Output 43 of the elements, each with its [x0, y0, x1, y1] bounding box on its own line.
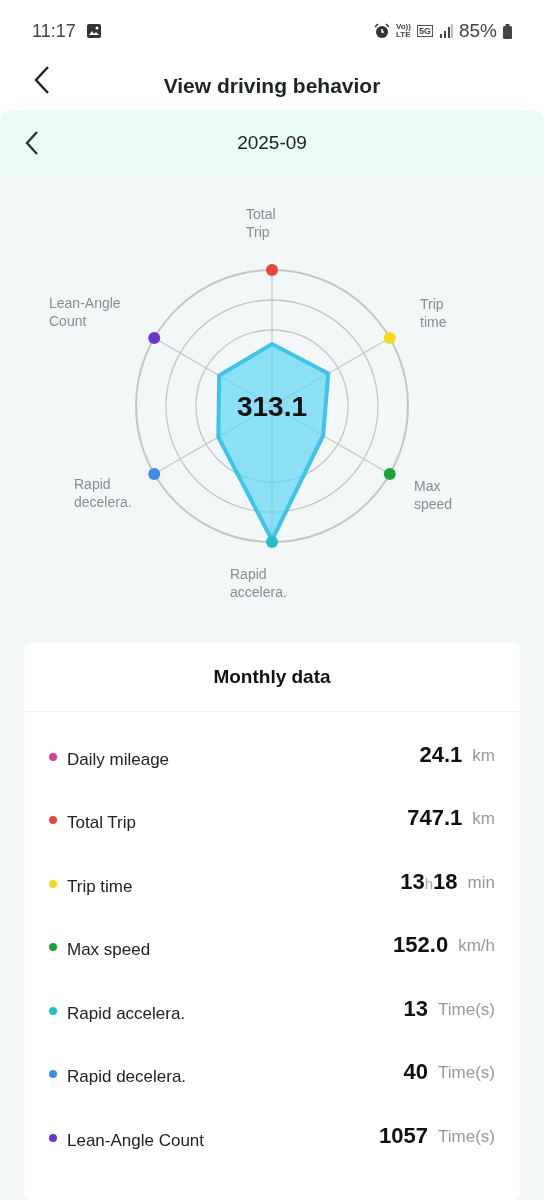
signal-icon [438, 24, 453, 38]
previous-month-icon[interactable] [25, 130, 39, 156]
network-label: 5G [416, 25, 433, 37]
metric-label: Total Trip [67, 813, 136, 834]
metric-value: 18 [433, 868, 458, 895]
metric-unit: Time(s) [438, 1126, 495, 1147]
metric-value: 152.0 [393, 932, 449, 959]
axis-label: Total Trip [246, 206, 276, 240]
axis-label: Rapid accelera. [230, 566, 287, 600]
metric-value: 13 [403, 995, 429, 1022]
axis-label: Lean-Angle Count [49, 295, 121, 329]
metric-unit: km/h [458, 936, 495, 957]
volte-label: Vo)) LTE [396, 23, 411, 39]
page-title: View driving behavior [163, 74, 381, 98]
back-icon[interactable] [34, 65, 50, 95]
metric-unit: km [472, 809, 495, 830]
card-title: Monthly data [24, 643, 520, 712]
metric-unit: Time(s) [438, 1063, 495, 1084]
image-icon [85, 23, 102, 39]
axis-label: Trip time [420, 296, 447, 330]
metric-label: Trip time [67, 876, 133, 897]
metric-value: 24.1 [419, 741, 463, 768]
metric-unit: min [467, 872, 495, 893]
status-time: 11:17 [32, 20, 76, 42]
metric-label: Max speed [67, 940, 151, 961]
axis-label: Max speed [414, 478, 453, 512]
battery-percent: 85% [458, 20, 497, 42]
metric-label: Rapid accelera. [67, 1003, 186, 1024]
metric-unit: Time(s) [438, 999, 495, 1020]
metric-value: 1057 [379, 1122, 429, 1149]
metric-value: 13 [400, 868, 425, 895]
metric-label: Rapid decelera. [67, 1067, 187, 1088]
hour-unit: h [424, 875, 434, 893]
month-label: 2025-09 [237, 132, 307, 154]
metric-unit: km [472, 745, 495, 766]
metric-value: 747.1 [407, 805, 463, 832]
alarm-icon [374, 23, 390, 39]
metric-label: Lean-Angle Count [67, 1130, 205, 1151]
battery-icon [503, 23, 512, 39]
radar-score: 313.1 [236, 391, 308, 422]
axis-label: Rapid decelera. [74, 476, 132, 510]
metric-value: 40 [403, 1059, 429, 1086]
metric-label: Daily mileage [67, 749, 170, 770]
